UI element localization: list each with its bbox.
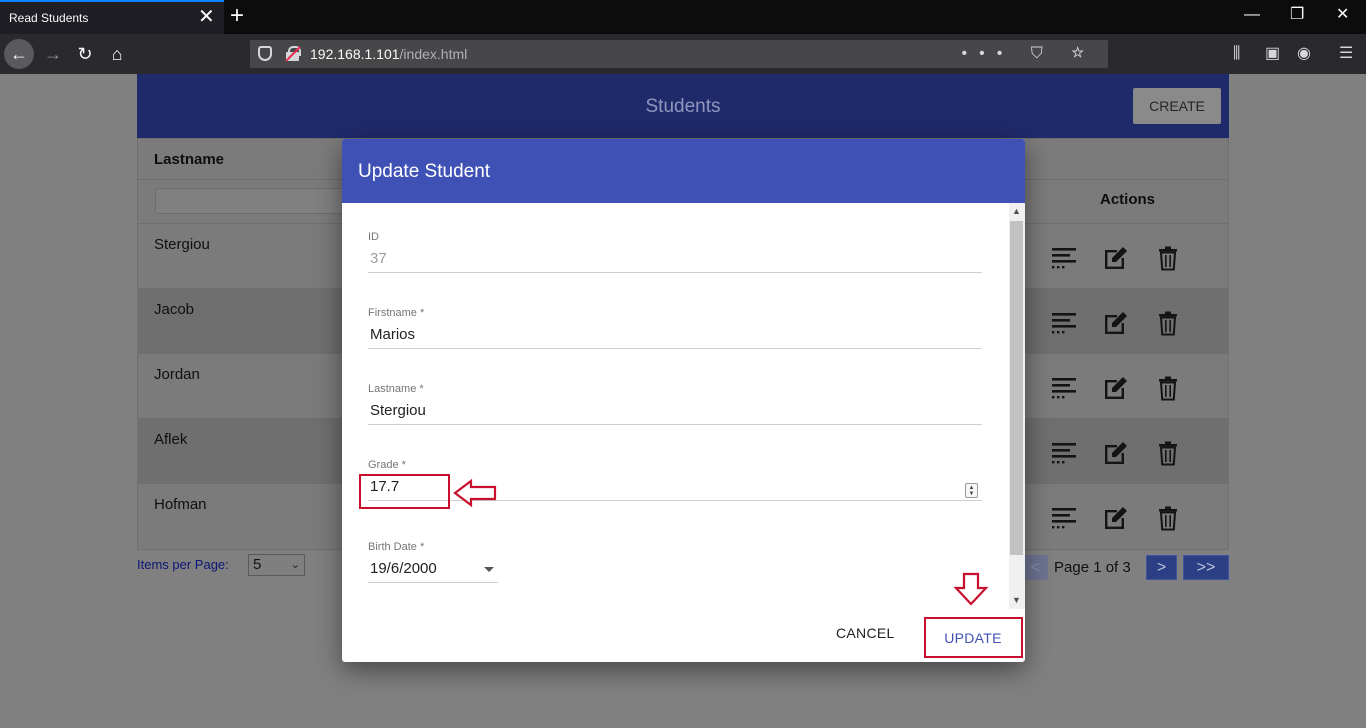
- scroll-down-icon[interactable]: ▼: [1012, 595, 1021, 605]
- details-icon[interactable]: [1050, 244, 1078, 272]
- update-highlight-box: [924, 617, 1023, 658]
- items-per-page-label: Items per Page:: [137, 557, 229, 572]
- browser-nav-bar: ← → ↻ ⌂ 192.168.1.101/index.html ••• ⛉ ☆…: [0, 34, 1366, 74]
- url-text[interactable]: 192.168.1.101/index.html: [310, 46, 467, 62]
- library-icon[interactable]: ⫼: [1233, 42, 1240, 66]
- row-lastname: Stergiou: [154, 236, 210, 253]
- row-lastname: Hofman: [154, 496, 207, 513]
- grade-label: Grade *: [368, 459, 406, 471]
- items-per-page-value: 5: [253, 556, 262, 573]
- details-icon[interactable]: [1050, 504, 1078, 532]
- dialog-title: Update Student: [358, 161, 491, 182]
- id-field: ID 37: [368, 231, 982, 273]
- dropdown-caret-icon[interactable]: [484, 567, 494, 572]
- reload-icon[interactable]: ↻: [70, 39, 100, 69]
- trash-icon[interactable]: [1154, 504, 1182, 532]
- id-value: 37: [370, 250, 387, 267]
- dialog-header: Update Student: [342, 139, 1025, 203]
- column-header-lastname[interactable]: Lastname: [154, 151, 224, 168]
- address-bar[interactable]: 192.168.1.101/index.html ••• ⛉ ☆: [250, 40, 1108, 68]
- trash-icon[interactable]: [1154, 439, 1182, 467]
- browser-tab[interactable]: Read Students ✕: [0, 0, 224, 34]
- field-underline: [368, 272, 982, 273]
- trash-icon[interactable]: [1154, 374, 1182, 402]
- tab-title: Read Students: [9, 11, 89, 25]
- sidebar-icon[interactable]: ▣: [1265, 42, 1280, 66]
- id-label: ID: [368, 231, 379, 243]
- details-icon[interactable]: [1050, 439, 1078, 467]
- close-window-icon[interactable]: ✕: [1336, 4, 1349, 26]
- lastname-input[interactable]: Stergiou: [368, 400, 982, 422]
- details-icon[interactable]: [1050, 309, 1078, 337]
- column-header-actions: Actions: [1100, 191, 1156, 208]
- field-underline: [368, 582, 498, 583]
- trash-icon[interactable]: [1154, 244, 1182, 272]
- url-path: /index.html: [399, 46, 468, 62]
- last-page-button[interactable]: >>: [1183, 555, 1229, 580]
- field-underline: [368, 424, 982, 425]
- menu-icon[interactable]: ☰: [1339, 42, 1353, 66]
- app-header: Students CREATE: [137, 74, 1229, 138]
- scroll-up-icon[interactable]: ▲: [1012, 206, 1021, 216]
- birth-date-input[interactable]: 19/6/2000: [368, 558, 498, 580]
- browser-tab-bar: Read Students ✕ + — ❐ ✕: [0, 0, 1366, 34]
- row-lastname: Aflek: [154, 431, 188, 448]
- home-icon[interactable]: ⌂: [102, 39, 132, 69]
- details-icon[interactable]: [1050, 374, 1078, 402]
- birth-date-label: Birth Date *: [368, 541, 425, 553]
- tracking-shield-icon[interactable]: [258, 46, 272, 61]
- edit-icon[interactable]: [1102, 309, 1130, 337]
- create-button[interactable]: CREATE: [1133, 88, 1221, 124]
- grade-highlight-box: [359, 474, 450, 509]
- number-stepper[interactable]: ▲ ▼: [965, 483, 978, 498]
- back-icon[interactable]: ←: [4, 39, 34, 69]
- firstname-input[interactable]: Marios: [368, 324, 982, 346]
- down-arrow-annotation-icon: [953, 572, 989, 606]
- minimize-icon[interactable]: —: [1244, 4, 1260, 26]
- page-indicator: Page 1 of 3: [1054, 559, 1131, 576]
- lastname-field[interactable]: Lastname * Stergiou: [368, 383, 982, 425]
- row-lastname: Jordan: [154, 366, 200, 383]
- birth-date-field[interactable]: Birth Date * 19/6/2000: [368, 541, 498, 583]
- items-per-page-select[interactable]: 5 ⌄: [248, 554, 305, 576]
- cancel-button[interactable]: CANCEL: [836, 625, 895, 641]
- edit-icon[interactable]: [1102, 244, 1130, 272]
- account-icon[interactable]: ◉: [1297, 42, 1311, 66]
- forward-icon[interactable]: →: [38, 39, 68, 69]
- page-title: Students: [645, 96, 721, 117]
- dialog-scrollbar[interactable]: ▲ ▼: [1009, 203, 1025, 609]
- edit-icon[interactable]: [1102, 504, 1130, 532]
- firstname-field[interactable]: Firstname * Marios: [368, 307, 982, 349]
- update-student-dialog: Update Student ▲ ▼ ID 37 Firstname * Mar…: [342, 139, 1025, 662]
- prev-page-button[interactable]: <: [1022, 555, 1048, 580]
- restore-icon[interactable]: ❐: [1290, 4, 1304, 26]
- next-page-button[interactable]: >: [1146, 555, 1177, 580]
- row-lastname: Jacob: [154, 301, 195, 318]
- lastname-filter-input[interactable]: [155, 188, 355, 214]
- trash-icon[interactable]: [1154, 309, 1182, 337]
- scrollbar-thumb[interactable]: [1010, 221, 1023, 555]
- page-actions-icons[interactable]: ••• ⛉ ☆: [962, 43, 1097, 65]
- lastname-label: Lastname *: [368, 383, 424, 395]
- left-arrow-annotation-icon: [453, 478, 497, 508]
- tab-close-icon[interactable]: ✕: [198, 6, 215, 28]
- firstname-label: Firstname *: [368, 307, 425, 319]
- field-underline: [368, 348, 982, 349]
- url-host: 192.168.1.101: [310, 46, 400, 62]
- chevron-down-icon: ⌄: [290, 559, 300, 571]
- edit-icon[interactable]: [1102, 374, 1130, 402]
- edit-icon[interactable]: [1102, 439, 1130, 467]
- new-tab-icon[interactable]: +: [230, 2, 244, 30]
